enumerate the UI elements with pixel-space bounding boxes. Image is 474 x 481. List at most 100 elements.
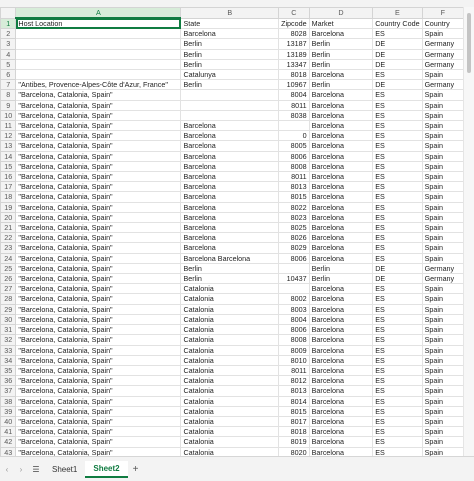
cell-c19[interactable]: 8022 <box>278 201 310 213</box>
row-header[interactable]: 41 <box>0 426 17 438</box>
cell-a13[interactable]: "Barcelona, Catalonia, Spain" <box>15 140 182 152</box>
cell-d10[interactable]: Barcelona <box>308 109 374 122</box>
cell-f5[interactable]: Germany <box>421 58 464 71</box>
cell-d15[interactable]: Barcelona <box>308 160 374 173</box>
cell-d40[interactable]: Barcelona <box>308 415 374 428</box>
cell-b10[interactable] <box>180 109 280 122</box>
cell-b17[interactable]: Barcelona <box>180 181 280 193</box>
cell-e7[interactable]: DE <box>372 79 423 91</box>
cell-d27[interactable]: Barcelona <box>308 283 374 295</box>
row-header[interactable]: 24 <box>0 252 17 264</box>
cell-c8[interactable]: 8004 <box>278 89 310 101</box>
cell-f19[interactable]: Spain <box>421 201 464 213</box>
cell-e12[interactable]: ES <box>372 130 423 142</box>
cell-f24[interactable]: Spain <box>421 252 464 264</box>
row-header[interactable]: 29 <box>0 303 17 315</box>
row-header[interactable]: 27 <box>0 283 17 295</box>
cell-b2[interactable]: Barcelona <box>180 28 280 40</box>
cell-f4[interactable]: Germany <box>421 48 464 60</box>
row-header[interactable]: 32 <box>0 334 17 346</box>
cell-d14[interactable]: Barcelona <box>308 150 374 162</box>
cell-c5[interactable]: 13347 <box>278 58 310 71</box>
row-header[interactable]: 19 <box>0 201 17 213</box>
cell-b27[interactable]: Catalonia <box>180 283 280 295</box>
cell-e31[interactable]: ES <box>372 324 423 336</box>
cell-a27[interactable]: "Barcelona, Catalonia, Spain" <box>15 283 182 295</box>
cell-f31[interactable]: Spain <box>421 324 464 336</box>
cell-b13[interactable]: Barcelona <box>180 140 280 152</box>
cell-e10[interactable]: ES <box>372 109 423 122</box>
cell-f42[interactable]: Spain <box>421 436 464 448</box>
vertical-scrollbar[interactable] <box>463 7 474 456</box>
row-header[interactable]: 39 <box>0 405 17 417</box>
cell-d17[interactable]: Barcelona <box>308 181 374 193</box>
cell-a32[interactable]: "Barcelona, Catalonia, Spain" <box>15 334 182 346</box>
cell-b31[interactable]: Catalonia <box>180 324 280 336</box>
cell-f30[interactable]: Spain <box>421 313 464 326</box>
cell-b25[interactable]: Berlin <box>180 262 280 275</box>
cell-e14[interactable]: ES <box>372 150 423 162</box>
cell-c16[interactable]: 8011 <box>278 171 310 183</box>
cell-b1[interactable]: State <box>180 17 280 30</box>
cell-c3[interactable]: 13187 <box>278 38 310 50</box>
cell-d33[interactable]: Barcelona <box>308 344 374 356</box>
cell-e11[interactable]: ES <box>372 120 423 132</box>
cell-e24[interactable]: ES <box>372 252 423 264</box>
cell-c25[interactable] <box>278 262 310 275</box>
cell-e3[interactable]: DE <box>372 38 423 50</box>
cell-d39[interactable]: Barcelona <box>308 405 374 417</box>
cell-c41[interactable]: 8018 <box>278 426 310 438</box>
cell-a25[interactable]: "Barcelona, Catalonia, Spain" <box>15 262 182 275</box>
cell-b14[interactable]: Barcelona <box>180 150 280 162</box>
cell-b12[interactable]: Barcelona <box>180 130 280 142</box>
cell-a41[interactable]: "Barcelona, Catalonia, Spain" <box>15 426 182 438</box>
cell-a39[interactable]: "Barcelona, Catalonia, Spain" <box>15 405 182 417</box>
cell-b5[interactable]: Berlin <box>180 58 280 71</box>
cell-d5[interactable]: Berlin <box>308 58 374 71</box>
cell-d35[interactable]: Barcelona <box>308 364 374 377</box>
cell-d6[interactable]: Barcelona <box>308 69 374 81</box>
cell-c31[interactable]: 8006 <box>278 324 310 336</box>
cell-a12[interactable]: "Barcelona, Catalonia, Spain" <box>15 130 182 142</box>
cell-e32[interactable]: ES <box>372 334 423 346</box>
cell-b41[interactable]: Catalonia <box>180 426 280 438</box>
cell-c23[interactable]: 8029 <box>278 242 310 254</box>
cell-a30[interactable]: "Barcelona, Catalonia, Spain" <box>15 313 182 326</box>
row-header[interactable]: 1 <box>0 17 17 30</box>
cell-a3[interactable] <box>15 38 182 50</box>
cell-d26[interactable]: Berlin <box>308 273 374 285</box>
cell-e18[interactable]: ES <box>372 191 423 203</box>
cell-c15[interactable]: 8008 <box>278 160 310 173</box>
cell-a35[interactable]: "Barcelona, Catalonia, Spain" <box>15 364 182 377</box>
row-header[interactable]: 17 <box>0 181 17 193</box>
cell-d42[interactable]: Barcelona <box>308 436 374 448</box>
cell-a2[interactable] <box>15 28 182 40</box>
cell-d32[interactable]: Barcelona <box>308 334 374 346</box>
cell-c34[interactable]: 8010 <box>278 354 310 366</box>
cell-e22[interactable]: ES <box>372 232 423 244</box>
cell-a15[interactable]: "Barcelona, Catalonia, Spain" <box>15 160 182 173</box>
cell-c24[interactable]: 8006 <box>278 252 310 264</box>
cell-e23[interactable]: ES <box>372 242 423 254</box>
cell-d25[interactable]: Berlin <box>308 262 374 275</box>
cell-b30[interactable]: Catalonia <box>180 313 280 326</box>
cell-f2[interactable]: Spain <box>421 28 464 40</box>
cell-e33[interactable]: ES <box>372 344 423 356</box>
cell-d43[interactable]: Barcelona <box>308 446 374 456</box>
plus-icon[interactable]: + <box>128 464 144 475</box>
cell-e2[interactable]: ES <box>372 28 423 40</box>
row-header[interactable]: 35 <box>0 364 17 377</box>
row-header[interactable]: 9 <box>0 99 17 111</box>
cell-d28[interactable]: Barcelona <box>308 293 374 305</box>
cell-d8[interactable]: Barcelona <box>308 89 374 101</box>
cell-b37[interactable]: Catalonia <box>180 385 280 397</box>
cell-c28[interactable]: 8002 <box>278 293 310 305</box>
cell-e19[interactable]: ES <box>372 201 423 213</box>
cell-b23[interactable]: Barcelona <box>180 242 280 254</box>
row-header[interactable]: 38 <box>0 395 17 407</box>
cell-b26[interactable]: Berlin <box>180 273 280 285</box>
cell-b8[interactable] <box>180 89 280 101</box>
row-header[interactable]: 13 <box>0 140 17 152</box>
row-header[interactable]: 28 <box>0 293 17 305</box>
cell-f8[interactable]: Spain <box>421 89 464 101</box>
